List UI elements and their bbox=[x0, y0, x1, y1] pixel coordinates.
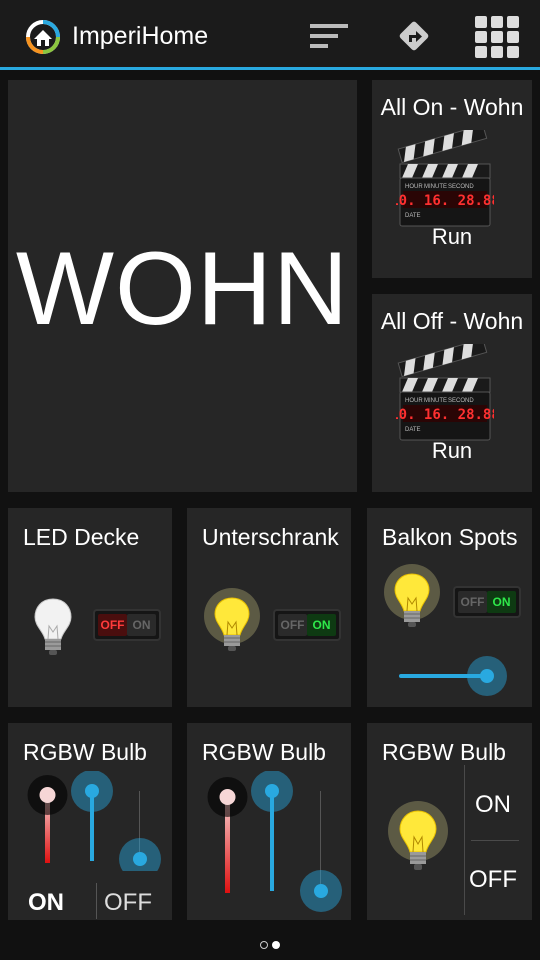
device-title: Unterschrank bbox=[202, 524, 339, 550]
app-title: ImperiHome bbox=[72, 22, 209, 50]
clapperboard-icon: HOUR MINUTE SECOND 10. 16. 28.88 DATE bbox=[396, 130, 494, 227]
clapper-label: HOUR bbox=[405, 398, 423, 404]
rgbw-sliders[interactable] bbox=[22, 771, 172, 871]
bulb-on-icon bbox=[384, 564, 440, 627]
bulb-off-icon bbox=[34, 598, 72, 655]
clapper-label: SECOND bbox=[448, 398, 474, 404]
rgbw-on-button[interactable]: ON bbox=[28, 889, 64, 917]
scene-title: All Off - Wohn bbox=[380, 308, 524, 334]
scene-title: All On - Wohn bbox=[380, 94, 524, 120]
rgbw-tile-1[interactable]: RGBW Bulb ON OFF bbox=[8, 723, 172, 920]
clapper-label: HOUR bbox=[405, 184, 423, 190]
scene-tile-all-on[interactable]: All On - Wohn HOUR MINUTE SECOND 10. 16.… bbox=[372, 80, 532, 278]
switch-off-label: OFF bbox=[98, 614, 127, 636]
device-tile-balkon-spots[interactable]: Balkon Spots OFF ON bbox=[367, 508, 532, 707]
switch-on-label: ON bbox=[307, 614, 336, 636]
device-title: RGBW Bulb bbox=[23, 739, 147, 765]
device-title: LED Decke bbox=[23, 524, 140, 550]
bulb-on-icon bbox=[204, 588, 260, 651]
switch-off-label: OFF bbox=[278, 614, 307, 636]
room-tile[interactable]: WOHN bbox=[8, 80, 357, 492]
bulb-on-icon bbox=[388, 801, 448, 870]
device-tile-unterschrank[interactable]: Unterschrank OFF ON bbox=[187, 508, 351, 707]
device-title: RGBW Bulb bbox=[382, 739, 506, 765]
clapper-label: SECOND bbox=[448, 184, 474, 190]
rgbw-tile-3[interactable]: RGBW Bulb ON OFF bbox=[367, 723, 532, 920]
dimmer-slider[interactable] bbox=[393, 654, 513, 698]
clapper-label: MINUTE bbox=[424, 398, 447, 404]
top-app-bar: ImperiHome bbox=[0, 0, 540, 70]
page-indicator[interactable] bbox=[0, 936, 540, 950]
room-name: WOHN bbox=[15, 231, 350, 347]
switch-on-label: ON bbox=[127, 614, 156, 636]
device-title: Balkon Spots bbox=[382, 524, 518, 550]
sort-icon[interactable] bbox=[308, 22, 352, 50]
rgbw-off-button[interactable]: OFF bbox=[469, 866, 517, 894]
clapperboard-icon: HOUR MINUTE SECOND 10. 16. 28.88 DATE bbox=[396, 344, 494, 441]
page-dot-active[interactable] bbox=[272, 940, 280, 949]
rgbw-sliders[interactable] bbox=[201, 771, 351, 917]
clapper-label: MINUTE bbox=[424, 184, 447, 190]
app-logo-icon[interactable] bbox=[22, 16, 64, 58]
device-title: RGBW Bulb bbox=[202, 739, 326, 765]
switch-on-label: ON bbox=[487, 591, 516, 613]
scene-tile-all-off[interactable]: All Off - Wohn HOUR MINUTE SECOND 10. 16… bbox=[372, 294, 532, 492]
run-button[interactable]: Run bbox=[372, 224, 532, 250]
rgbw-tile-2[interactable]: RGBW Bulb bbox=[187, 723, 351, 920]
clapper-label: DATE bbox=[405, 213, 421, 219]
page-dot[interactable] bbox=[260, 940, 268, 949]
device-tile-led-decke[interactable]: LED Decke OFF ON bbox=[8, 508, 172, 707]
clapper-label: DATE bbox=[405, 427, 421, 433]
divider bbox=[471, 840, 519, 841]
clapper-display: 10. 16. 28.88 bbox=[396, 193, 494, 209]
clapper-display: 10. 16. 28.88 bbox=[396, 407, 494, 423]
directions-icon[interactable] bbox=[396, 18, 432, 54]
toggle-switch[interactable]: OFF ON bbox=[93, 609, 161, 641]
switch-off-label: OFF bbox=[458, 591, 487, 613]
toggle-switch[interactable]: OFF ON bbox=[273, 609, 341, 641]
run-button[interactable]: Run bbox=[372, 438, 532, 464]
divider bbox=[464, 765, 465, 915]
grid-icon[interactable] bbox=[474, 15, 520, 59]
divider bbox=[96, 883, 97, 919]
toggle-switch[interactable]: OFF ON bbox=[453, 586, 521, 618]
rgbw-on-button[interactable]: ON bbox=[475, 791, 511, 819]
rgbw-off-button[interactable]: OFF bbox=[104, 889, 152, 917]
